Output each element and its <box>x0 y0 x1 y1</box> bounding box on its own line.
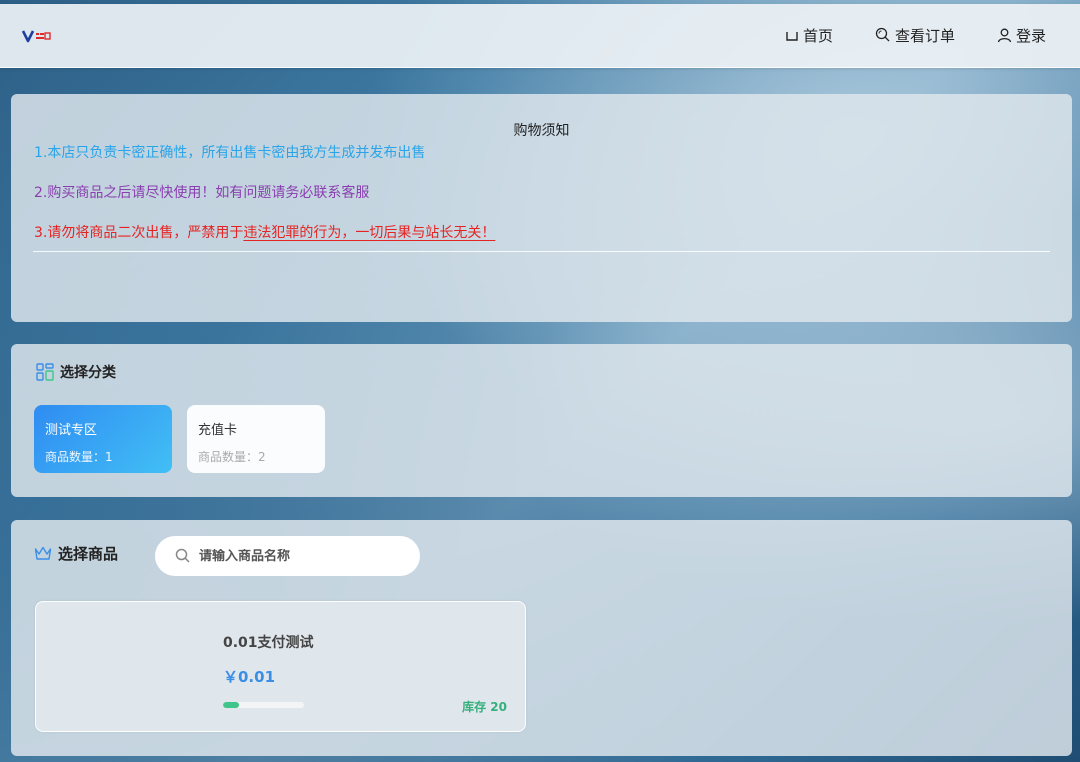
notice-line-2: 2.购买商品之后请尽快使用！如有问题请务必联系客服 <box>34 185 370 201</box>
notice-line-1: 1.本店只负责卡密正确性，所有出售卡密由我方生成并发布出售 <box>34 145 426 161</box>
stock-progress-fill <box>223 702 240 708</box>
nav-orders-label: 查看订单 <box>894 26 955 45</box>
goods-name: 0.01支付测试 <box>223 635 314 651</box>
category-card-test[interactable]: 测试专区 商品数量：1 <box>34 405 172 473</box>
category-count: 商品数量：2 <box>198 450 266 464</box>
goods-section-title: 选择商品 <box>34 543 118 564</box>
notice-title: 购物须知 <box>513 123 570 139</box>
goods-title-label: 选择商品 <box>58 545 119 563</box>
top-header: 首页 查看订单 登录 <box>0 4 1080 68</box>
category-count: 商品数量：1 <box>45 450 113 464</box>
goods-price: ￥0.01 <box>223 668 276 686</box>
notice-divider <box>33 251 1050 252</box>
notice-line-3: 3.请勿将商品二次出售，严禁用于违法犯罪的行为，一切后果与站长无关！ <box>34 222 495 242</box>
search-icon <box>175 548 190 563</box>
nav-home-label: 首页 <box>802 26 833 45</box>
shopping-notice-panel: 购物须知 1.本店只负责卡密正确性，所有出售卡密由我方生成并发布出售 2.购买商… <box>11 94 1072 322</box>
crown-icon <box>34 546 52 560</box>
goods-card[interactable]: 0.01支付测试 ￥0.01 库存 20 <box>35 601 526 732</box>
category-section-title: 选择分类 <box>36 362 116 382</box>
notice-line-3-underlined: 违法犯罪的行为，一切后果与站长无关！ <box>243 225 496 241</box>
category-title-label: 选择分类 <box>60 365 116 381</box>
nav-orders[interactable]: 查看订单 <box>875 24 955 46</box>
category-name: 充值卡 <box>198 423 238 438</box>
category-name: 测试专区 <box>45 423 98 438</box>
stock-label: 库存 20 <box>462 700 507 714</box>
goods-search-input[interactable] <box>199 548 399 564</box>
nav-login[interactable]: 登录 <box>997 24 1046 46</box>
notice-line-3-prefix: 3.请勿将商品二次出售，严禁用于 <box>34 225 244 241</box>
site-logo-icon[interactable] <box>22 26 52 46</box>
user-icon <box>997 28 1012 42</box>
stock-progress-bar <box>223 702 304 708</box>
grid-icon <box>36 363 54 381</box>
main-nav: 首页 查看订单 登录 <box>743 24 1046 46</box>
nav-login-label: 登录 <box>1015 26 1046 45</box>
goods-search-box[interactable] <box>155 536 420 576</box>
home-icon <box>786 32 798 41</box>
category-panel: 选择分类 测试专区 商品数量：1 充值卡 商品数量：2 <box>11 344 1072 497</box>
nav-home[interactable]: 首页 <box>785 24 833 46</box>
goods-panel: 选择商品 0.01支付测试 ￥0.01 库存 20 <box>11 520 1072 756</box>
search-icon <box>875 27 890 42</box>
category-card-recharge[interactable]: 充值卡 商品数量：2 <box>187 405 325 473</box>
